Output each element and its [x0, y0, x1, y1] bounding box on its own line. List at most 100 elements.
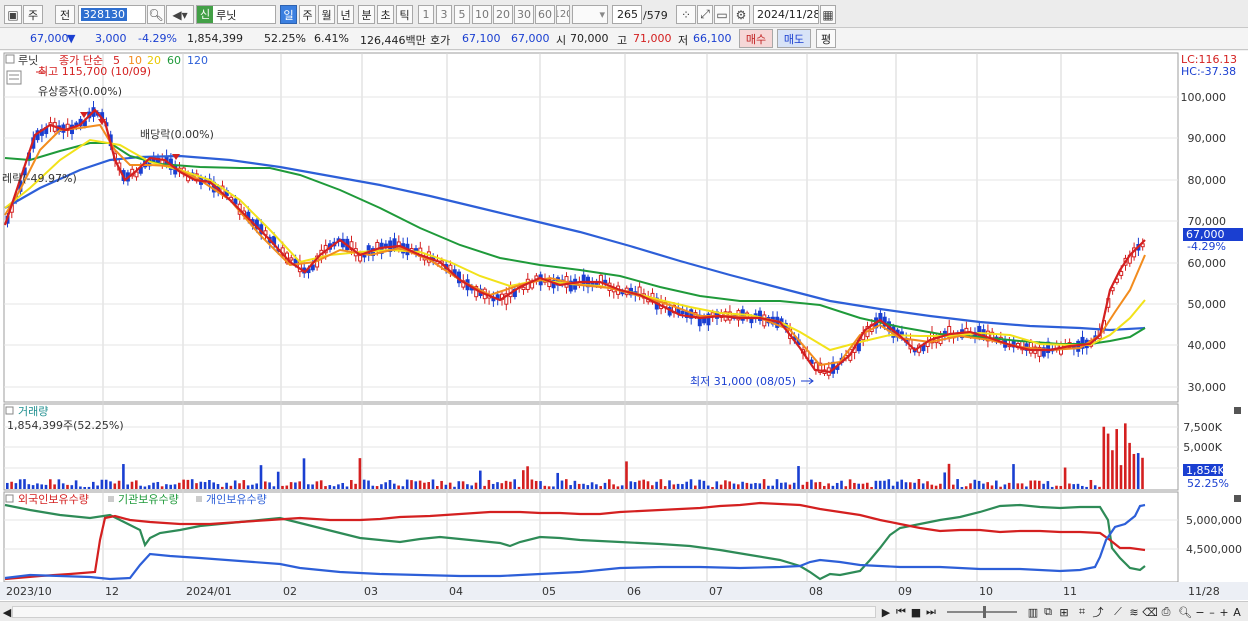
volume-bar	[655, 481, 658, 489]
layout-icon[interactable]: ▣	[4, 5, 22, 24]
interval-20[interactable]: 20	[493, 5, 513, 24]
volume-bar	[866, 482, 869, 489]
interval-5[interactable]: 5	[454, 5, 470, 24]
volume-bar	[1046, 481, 1050, 489]
split-icon[interactable]: ⊞	[1057, 605, 1071, 619]
period-minute[interactable]: 분	[358, 5, 375, 24]
stock-chart[interactable]: 100,000 90,000 80,000 70,000 60,000 50,0…	[0, 51, 1248, 601]
legend-foreign: 외국인보유수량	[18, 493, 89, 506]
period-month[interactable]: 월	[318, 5, 335, 24]
date-input[interactable]: 2024/11/28	[753, 5, 819, 24]
volume-bar	[315, 481, 319, 489]
search-icon[interactable]: 🔍︎	[147, 5, 165, 24]
grid-icon[interactable]: ⁘	[676, 5, 696, 24]
zoom-slider[interactable]	[944, 605, 1020, 619]
period-day[interactable]: 일	[280, 5, 297, 24]
volume-bar	[612, 484, 615, 489]
legend-bullet-icon	[108, 496, 114, 502]
holdings-panel-close-icon[interactable]	[1234, 495, 1241, 502]
print-icon[interactable]: ⎙	[1159, 605, 1173, 619]
forward-icon[interactable]: ⏭	[924, 605, 938, 619]
chart-type-icon[interactable]: ▥	[1026, 605, 1040, 619]
count-input[interactable]: 265	[612, 5, 642, 24]
save-icon[interactable]: ▭	[714, 5, 730, 24]
interval-dropdown[interactable]: ▾	[572, 5, 608, 24]
bid-price: 67,000	[511, 32, 550, 45]
current-change-tag: -4.29%	[1187, 240, 1226, 253]
speaker-icon[interactable]: ◀▾	[166, 5, 194, 24]
interval-10[interactable]: 10	[472, 5, 492, 24]
volume-bar	[956, 479, 959, 489]
crosshair-icon[interactable]: ⌗	[1075, 605, 1089, 619]
volume-bar	[1085, 486, 1088, 489]
font-size-icon[interactable]: A	[1231, 605, 1243, 619]
x-tick: 06	[627, 585, 641, 598]
period-select[interactable]: 주	[23, 5, 43, 24]
scroll-left-icon[interactable]: ◀	[2, 605, 12, 619]
prev-button[interactable]: 전	[55, 5, 75, 24]
volume-bar	[117, 480, 121, 489]
volume-bar	[651, 485, 654, 489]
candle-body	[598, 274, 603, 287]
volume-bar	[233, 480, 237, 489]
stock-name-field[interactable]: 신 루닛	[196, 5, 276, 24]
trend-icon[interactable]: ⤴	[1091, 605, 1105, 619]
overlay-icon[interactable]: ⧉	[1041, 605, 1055, 619]
interval-3[interactable]: 3	[436, 5, 452, 24]
period-tick[interactable]: 틱	[396, 5, 413, 24]
line-icon[interactable]: ⟋	[1111, 605, 1125, 619]
volume-bar	[629, 481, 633, 489]
volume-bar	[147, 485, 151, 489]
volume-bar	[319, 480, 323, 489]
dash-icon[interactable]: –	[1206, 605, 1218, 619]
volume-bar	[1136, 453, 1140, 489]
period-year[interactable]: 년	[337, 5, 354, 24]
period-second[interactable]: 초	[377, 5, 394, 24]
volume-bar	[758, 483, 762, 489]
volume-bar	[1059, 485, 1063, 489]
volume-bar	[595, 484, 598, 489]
gear-icon[interactable]: ⚙	[732, 5, 750, 24]
volume-bar	[100, 479, 104, 489]
volume-bar	[995, 480, 998, 489]
count-total: /579	[643, 9, 668, 22]
rewind-icon[interactable]: ⏮	[894, 605, 908, 619]
volume-bar	[393, 483, 396, 489]
zoom-icon[interactable]: 🔍︎	[1178, 605, 1192, 619]
interval-60[interactable]: 60	[535, 5, 555, 24]
clear-icon[interactable]: ⌫	[1142, 605, 1158, 619]
zoom-out-icon[interactable]: −	[1194, 605, 1206, 619]
fib-icon[interactable]: ≋	[1127, 605, 1141, 619]
volume-bar	[1020, 483, 1024, 489]
interval-120[interactable]: 120	[556, 5, 570, 24]
eval-button[interactable]: 평	[816, 29, 836, 48]
volume-bar	[49, 479, 52, 489]
candle-body	[289, 257, 294, 261]
zoom-in-icon[interactable]: +	[1218, 605, 1230, 619]
volume-bar	[741, 481, 744, 489]
scroll-track[interactable]	[12, 606, 876, 618]
volume-bar	[676, 483, 680, 489]
calendar-icon[interactable]: ▦	[820, 5, 836, 24]
period-week[interactable]: 주	[299, 5, 316, 24]
volume-bar	[436, 486, 439, 489]
stock-code-input[interactable]: 328130	[78, 5, 146, 24]
volume-panel-close-icon[interactable]	[1234, 407, 1241, 414]
volume-bar	[276, 471, 280, 489]
volume-bar	[444, 484, 448, 489]
volume-bar	[1003, 484, 1007, 489]
scroll-right-icon[interactable]: ▶	[880, 605, 892, 619]
sell-button[interactable]: 매도	[777, 29, 811, 48]
stop-icon[interactable]: ■	[910, 605, 922, 619]
buy-button[interactable]: 매수	[739, 29, 773, 48]
volume-bar	[1007, 482, 1011, 489]
interval-30[interactable]: 30	[514, 5, 534, 24]
interval-1[interactable]: 1	[418, 5, 434, 24]
volume-bar	[264, 481, 267, 489]
draw-icon[interactable]: ⤢	[697, 5, 713, 24]
indicator-table-icon[interactable]	[6, 70, 22, 85]
volume-bar	[208, 480, 211, 489]
volume-bar	[328, 485, 332, 489]
volume-bar	[31, 485, 35, 489]
volume-bar	[663, 486, 667, 489]
